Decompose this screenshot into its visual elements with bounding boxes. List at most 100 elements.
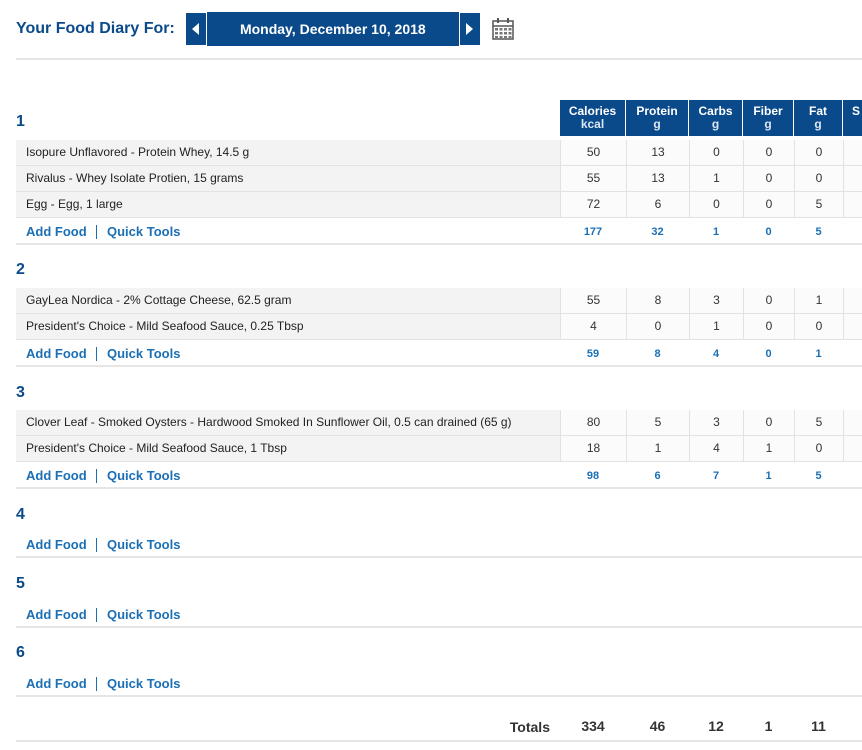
total-fat: 11: [811, 718, 826, 734]
carbs-cell: 1: [689, 166, 743, 191]
total-carbs: 12: [708, 718, 724, 734]
chevron-left-icon: [192, 23, 200, 35]
fat-cell: 0: [794, 166, 843, 191]
fat-cell: 5: [794, 192, 843, 217]
quick-tools-button[interactable]: Quick Tools: [107, 671, 180, 697]
fiber-cell: 0: [743, 192, 794, 217]
fat-cell: 0: [794, 314, 843, 339]
quick-tools-button[interactable]: Quick Tools: [107, 602, 180, 628]
table-row[interactable]: President's Choice - Mild Seafood Sauce,…: [16, 436, 862, 462]
add-food-button[interactable]: Add Food: [26, 341, 87, 367]
sodium-cell: [843, 410, 862, 435]
total-protein: 46: [649, 718, 666, 734]
meal-total-calories: 98: [586, 470, 600, 482]
carbs-cell: 3: [689, 288, 743, 313]
food-name[interactable]: Rivalus - Whey Isolate Protien, 15 grams: [26, 166, 243, 191]
add-food-button[interactable]: Add Food: [26, 671, 87, 697]
quick-tools-button[interactable]: Quick Tools: [107, 532, 180, 558]
add-food-button[interactable]: Add Food: [26, 602, 87, 628]
total-calories: 334: [581, 718, 605, 734]
table-row[interactable]: Rivalus - Whey Isolate Protien, 15 grams…: [16, 166, 862, 192]
food-name[interactable]: President's Choice - Mild Seafood Sauce,…: [26, 314, 304, 339]
carbs-cell: 3: [689, 410, 743, 435]
col-unit: g: [711, 117, 720, 131]
meal-total-carbs: 1: [712, 226, 720, 238]
meal-total-carbs: 7: [712, 470, 720, 482]
quick-tools-button[interactable]: Quick Tools: [107, 219, 180, 245]
meal-total-fiber: 1: [765, 470, 772, 482]
protein-cell: 6: [626, 192, 689, 217]
separator: [96, 225, 97, 239]
chevron-right-icon: [466, 23, 474, 35]
protein-cell: 13: [626, 140, 689, 165]
col-header-protein: Protein g: [626, 100, 689, 136]
prev-day-button[interactable]: [184, 12, 207, 46]
col-header-fat: Fat g: [794, 100, 843, 136]
meal-actions: Add Food Quick Tools 59 8 4 0 1: [16, 341, 862, 367]
table-row[interactable]: GayLea Nordica - 2% Cottage Cheese, 62.5…: [16, 288, 862, 314]
quick-tools-button[interactable]: Quick Tools: [107, 341, 180, 367]
meal-total-fat: 5: [815, 226, 822, 238]
calories-cell: 55: [560, 288, 626, 313]
meal-actions: Add Food Quick Tools: [16, 602, 862, 628]
table-row[interactable]: Isopure Unflavored - Protein Whey, 14.5 …: [16, 140, 862, 166]
food-name[interactable]: Clover Leaf - Smoked Oysters - Hardwood …: [26, 410, 512, 435]
col-header-carbs: Carbs g: [689, 100, 743, 136]
sodium-cell: [843, 166, 862, 191]
meal-total-fat: 5: [815, 470, 822, 482]
meal-actions: Add Food Quick Tools: [16, 671, 862, 697]
food-name[interactable]: Egg - Egg, 1 large: [26, 192, 123, 217]
meal-total-carbs: 4: [712, 348, 720, 360]
quick-tools-button[interactable]: Quick Tools: [107, 463, 180, 489]
fiber-cell: 0: [743, 140, 794, 165]
carbs-cell: 0: [689, 192, 743, 217]
meal-total-calories: 59: [586, 348, 600, 360]
sodium-cell: [843, 140, 862, 165]
food-name[interactable]: Isopure Unflavored - Protein Whey, 14.5 …: [26, 140, 249, 165]
fiber-cell: 1: [743, 436, 794, 461]
totals-label: Totals: [509, 719, 550, 735]
meal-total-protein: 6: [654, 470, 661, 482]
col-header-calories: Calories kcal: [560, 100, 626, 136]
next-day-button[interactable]: [458, 12, 481, 46]
add-food-button[interactable]: Add Food: [26, 219, 87, 245]
add-food-button[interactable]: Add Food: [26, 532, 87, 558]
fiber-cell: 0: [743, 410, 794, 435]
sodium-cell: [843, 436, 862, 461]
fiber-cell: 0: [743, 288, 794, 313]
fiber-cell: 0: [743, 166, 794, 191]
add-food-button[interactable]: Add Food: [26, 463, 87, 489]
food-name[interactable]: President's Choice - Mild Seafood Sauce,…: [26, 436, 287, 461]
fat-cell: 5: [794, 410, 843, 435]
carbs-cell: 0: [689, 140, 743, 165]
fat-cell: 0: [794, 436, 843, 461]
meal-total-calories: 177: [583, 226, 603, 238]
calories-cell: 50: [560, 140, 626, 165]
separator: [96, 347, 97, 361]
sodium-cell: [843, 288, 862, 313]
food-name[interactable]: GayLea Nordica - 2% Cottage Cheese, 62.5…: [26, 288, 291, 313]
table-row[interactable]: President's Choice - Mild Seafood Sauce,…: [16, 314, 862, 340]
col-label: Calories: [568, 104, 617, 118]
meal-total-protein: 8: [654, 348, 661, 360]
table-row[interactable]: Egg - Egg, 1 large 72 6 0 0 5: [16, 192, 862, 218]
protein-cell: 5: [626, 410, 689, 435]
col-label: Carbs: [698, 104, 733, 118]
meal-title: 1: [16, 113, 25, 130]
calories-cell: 4: [560, 314, 626, 339]
meal-actions: Add Food Quick Tools 98 6 7 1 5: [16, 463, 862, 489]
date-display[interactable]: Monday, December 10, 2018: [206, 12, 459, 46]
col-unit: g: [653, 117, 661, 131]
table-row[interactable]: Clover Leaf - Smoked Oysters - Hardwood …: [16, 410, 862, 436]
col-unit: g: [764, 117, 772, 131]
diary-header: Your Food Diary For: Monday, December 10…: [16, 12, 515, 46]
total-fiber: 1: [764, 718, 773, 734]
sodium-cell: [843, 192, 862, 217]
calendar-icon[interactable]: [491, 17, 515, 41]
meal-total-protein: 32: [651, 226, 664, 238]
diary-title: Your Food Diary For:: [16, 20, 175, 37]
meal-actions: Add Food Quick Tools: [16, 532, 862, 558]
col-unit: kcal: [580, 117, 605, 131]
calories-cell: 80: [560, 410, 626, 435]
calories-cell: 18: [560, 436, 626, 461]
